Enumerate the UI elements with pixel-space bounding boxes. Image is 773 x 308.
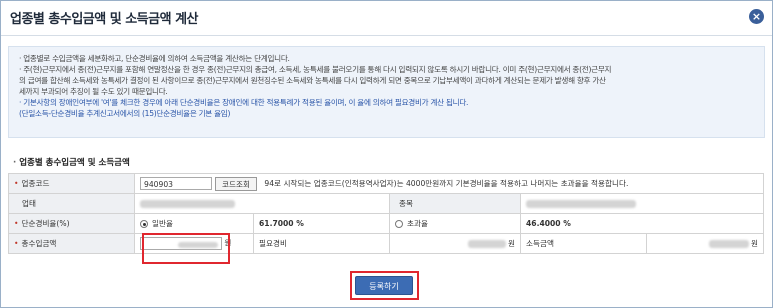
rate-excess-radio[interactable]	[395, 220, 403, 228]
income-highlight-box	[142, 233, 230, 264]
required-icon: •	[14, 239, 19, 248]
info-line: 의 급여를 합산해 소득세와 농특세가 결정이 된 사항이므로 종(전)근무지에…	[19, 76, 606, 85]
rate-label-cell: • 단순경비율(%)	[8, 213, 135, 234]
income-form-table: • 업종코드 940903 코드조회 94로 시작되는 업종코드(인적용역사업자)는…	[8, 173, 764, 254]
category-label-cell: 종목	[389, 193, 521, 214]
industry-code-input[interactable]: 940903	[140, 177, 212, 190]
code-label: 업종코드	[21, 179, 50, 188]
profit-label: 소득금액	[526, 239, 554, 248]
code-lookup-button[interactable]: 코드조회	[215, 176, 257, 191]
required-icon: •	[14, 219, 19, 228]
info-line: · 주(현)근무지에서 종(전)근무지를 포함해 연말정산을 한 경우 종(전)…	[19, 65, 612, 74]
industry-label-cell: 업태	[8, 193, 135, 214]
rate-general-value: 61.7000 %	[253, 213, 390, 234]
close-icon[interactable]: ×	[749, 9, 764, 24]
required-icon: •	[14, 179, 19, 188]
rate-general-label: 일반율	[152, 219, 173, 228]
category-value-redacted	[526, 200, 636, 208]
income-label-cell: • 총수입금액	[8, 233, 135, 254]
code-note: 94로 시작되는 업종코드(인적용역사업자)는 4000만원까지 기본경비율을 …	[264, 178, 629, 188]
expense-value-redacted	[467, 240, 506, 248]
table-row: 업태 종목	[8, 193, 764, 214]
dialog-titlebar: 업종별 총수입금액 및 소득금액 계산 ×	[1, 1, 772, 36]
rate-label: 단순경비율(%)	[21, 219, 70, 228]
code-cell: 940903 코드조회 94로 시작되는 업종코드(인적용역사업자)는 4000만…	[134, 173, 764, 194]
industry-label: 업태	[22, 199, 36, 208]
section-title-text: 업종별 총수입금액 및 소득금액	[19, 158, 130, 168]
profit-label-cell: 소득금액	[520, 233, 647, 254]
info-line: 세까지 부과되어 추징이 될 수도 있기 때문입니다.	[19, 87, 168, 96]
table-row: • 업종코드 940903 코드조회 94로 시작되는 업종코드(인적용역사업자)는…	[8, 173, 764, 194]
industry-value-redacted	[140, 200, 235, 208]
industry-value-cell	[134, 193, 390, 214]
info-line: · 기본사항의 장애인여부에 '여'를 체크한 경우에 아래 단순경비율은 장애…	[19, 98, 469, 107]
register-button[interactable]: 등록하기	[355, 276, 413, 295]
table-row: • 단순경비율(%) 일반율 61.7000 % 초과율 46.4000 %	[8, 213, 764, 234]
profit-value-cell: 원	[646, 233, 764, 254]
table-row: • 총수입금액 원 필요경비 원 소득금액 원	[8, 233, 764, 254]
dialog-title: 업종별 총수입금액 및 소득금액 계산	[10, 12, 199, 27]
info-line: · 업종별로 수입금액을 세분화하고, 단순경비율에 의하여 소득금액을 계산하…	[19, 54, 290, 63]
won-unit: 원	[751, 239, 758, 248]
code-label-cell: • 업종코드	[8, 173, 135, 194]
profit-value-redacted	[708, 240, 749, 248]
category-label: 종목	[399, 199, 413, 208]
info-line: (단일소득-단순경비율 추계신고서에서의 (15)단순경비율은 기본 율임)	[19, 109, 231, 118]
rate-excess-value: 46.4000 %	[520, 213, 764, 234]
income-label: 총수입금액	[21, 239, 57, 248]
expense-value-cell: 원	[389, 233, 521, 254]
expense-label-cell: 필요경비	[253, 233, 390, 254]
rate-excess-label: 초과율	[407, 219, 428, 228]
bullet-icon: ·	[13, 158, 17, 168]
rate-excess-cell[interactable]: 초과율	[389, 213, 521, 234]
rate-general-cell[interactable]: 일반율	[134, 213, 254, 234]
expense-label: 필요경비	[259, 239, 287, 248]
tax-calc-dialog: 업종별 총수입금액 및 소득금액 계산 × · 업종별로 수입금액을 세분화하고…	[0, 0, 773, 308]
rate-general-radio[interactable]	[140, 220, 148, 228]
won-unit: 원	[508, 239, 515, 248]
info-box: · 업종별로 수입금액을 세분화하고, 단순경비율에 의하여 소득금액을 계산하…	[8, 46, 765, 138]
section-title: · 업종별 총수입금액 및 소득금액	[13, 156, 130, 168]
category-value-cell	[520, 193, 764, 214]
